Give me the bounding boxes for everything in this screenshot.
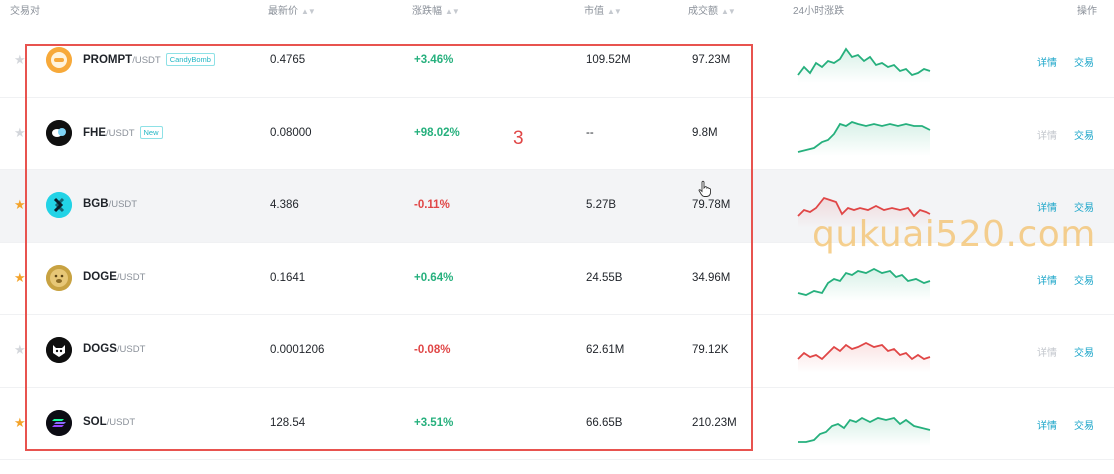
trade-link[interactable]: 交易 (1074, 272, 1094, 287)
fhe-coin-icon (46, 119, 72, 146)
star-icon[interactable]: ★ (14, 416, 26, 429)
doge-coin-icon (46, 264, 72, 291)
last-price: 128.54 (270, 416, 306, 429)
bgb-coin-icon (46, 192, 72, 218)
volume: 34.96M (692, 271, 731, 284)
table-header: 交易对 最新价 ▲▼ 涨跌幅 ▲▼ 市值 ▲▼ 成交额 ▲▼ 24小时涨跌 操作 (0, 0, 1114, 22)
market-cap: 62.61M (586, 344, 625, 356)
sparkline-chart (797, 120, 931, 156)
market-cap: 24.55B (586, 271, 623, 284)
detail-link[interactable]: 详情 (1037, 54, 1057, 69)
prompt-coin-icon (46, 47, 72, 73)
volume: 79.12K (692, 344, 729, 356)
table-row[interactable]: ★ PROMPT/USDT CandyBomb 0.4765 +3.46% 109… (0, 25, 1114, 98)
trade-link[interactable]: 交易 (1074, 344, 1094, 359)
last-price: 0.4765 (270, 54, 306, 66)
volume: 9.8M (692, 126, 718, 139)
price-change: -0.08% (414, 344, 451, 356)
star-icon[interactable]: ★ (14, 271, 26, 284)
star-icon[interactable]: ★ (14, 53, 26, 66)
header-pair: 交易对 (10, 6, 40, 17)
detail-link[interactable]: 详情 (1037, 127, 1057, 142)
candybomb-badge: CandyBomb (165, 53, 215, 66)
price-change: -0.11% (414, 199, 450, 211)
trade-link[interactable]: 交易 (1074, 54, 1094, 69)
price-change: +0.64% (414, 271, 454, 284)
trade-link[interactable]: 交易 (1074, 127, 1094, 142)
market-cap: -- (586, 126, 594, 139)
last-price: 0.08000 (270, 126, 312, 139)
pair-name[interactable]: PROMPT/USDT CandyBomb (83, 53, 215, 66)
detail-link[interactable]: 详情 (1037, 417, 1057, 432)
dogs-coin-icon (46, 337, 72, 363)
detail-link[interactable]: 详情 (1037, 344, 1057, 359)
pair-name[interactable]: BGB/USDT (83, 198, 137, 210)
star-icon[interactable]: ★ (14, 126, 26, 139)
new-badge: New (139, 125, 163, 139)
volume: 97.23M (692, 54, 731, 66)
volume: 210.23M (692, 416, 737, 429)
header-volume[interactable]: 成交额 ▲▼ (688, 2, 736, 17)
pair-name[interactable]: FHE/USDT New (83, 125, 163, 139)
detail-link[interactable]: 详情 (1037, 199, 1057, 214)
sort-icon[interactable]: ▲▼ (721, 7, 736, 16)
watermark-text: qukuai520.com (812, 214, 1096, 255)
header-market-cap[interactable]: 市值 ▲▼ (584, 2, 622, 17)
header-trend: 24小时涨跌 (793, 6, 845, 17)
market-cap: 5.27B (586, 199, 617, 211)
sol-coin-icon (46, 409, 72, 436)
price-change: +3.46% (414, 54, 454, 66)
last-price: 0.1641 (270, 271, 306, 284)
trade-link[interactable]: 交易 (1074, 417, 1094, 432)
table-row[interactable]: ★ FHE/USDT New 0.08000 +98.02% -- 9.8M 详情… (0, 97, 1114, 170)
star-icon[interactable]: ★ (14, 198, 26, 211)
sparkline-chart (797, 267, 931, 301)
sparkline-chart (797, 341, 931, 373)
last-price: 4.386 (270, 199, 299, 211)
price-change: +98.02% (414, 126, 460, 139)
pair-name[interactable]: DOGS/USDT (83, 343, 145, 355)
sparkline-chart (798, 416, 931, 446)
price-change: +3.51% (414, 416, 454, 429)
sort-icon[interactable]: ▲▼ (445, 7, 460, 16)
pair-name[interactable]: DOGE/USDT (83, 271, 145, 283)
header-actions: 操作 (1077, 6, 1097, 17)
sparkline-chart (797, 47, 931, 83)
annotation-step-number: 3 (513, 128, 524, 149)
volume: 79.78M (692, 199, 731, 211)
market-cap: 109.52M (586, 54, 631, 66)
table-row[interactable]: ★ DOGS/USDT 0.0001206 -0.08% 62.61M 79.1… (0, 315, 1114, 388)
hand-cursor-icon (698, 180, 711, 197)
detail-link[interactable]: 详情 (1037, 272, 1057, 287)
star-icon[interactable]: ★ (14, 343, 26, 356)
header-change[interactable]: 涨跌幅 ▲▼ (412, 2, 460, 17)
market-cap: 66.65B (586, 416, 623, 429)
table-row[interactable]: ★ SOL/USDT 128.54 +3.51% 66.65B 210.23M … (0, 387, 1114, 460)
header-price[interactable]: 最新价 ▲▼ (268, 2, 316, 17)
sort-icon[interactable]: ▲▼ (301, 7, 316, 16)
pair-name[interactable]: SOL/USDT (83, 416, 135, 428)
sort-icon[interactable]: ▲▼ (607, 7, 622, 16)
trade-link[interactable]: 交易 (1074, 199, 1094, 214)
last-price: 0.0001206 (270, 344, 325, 356)
